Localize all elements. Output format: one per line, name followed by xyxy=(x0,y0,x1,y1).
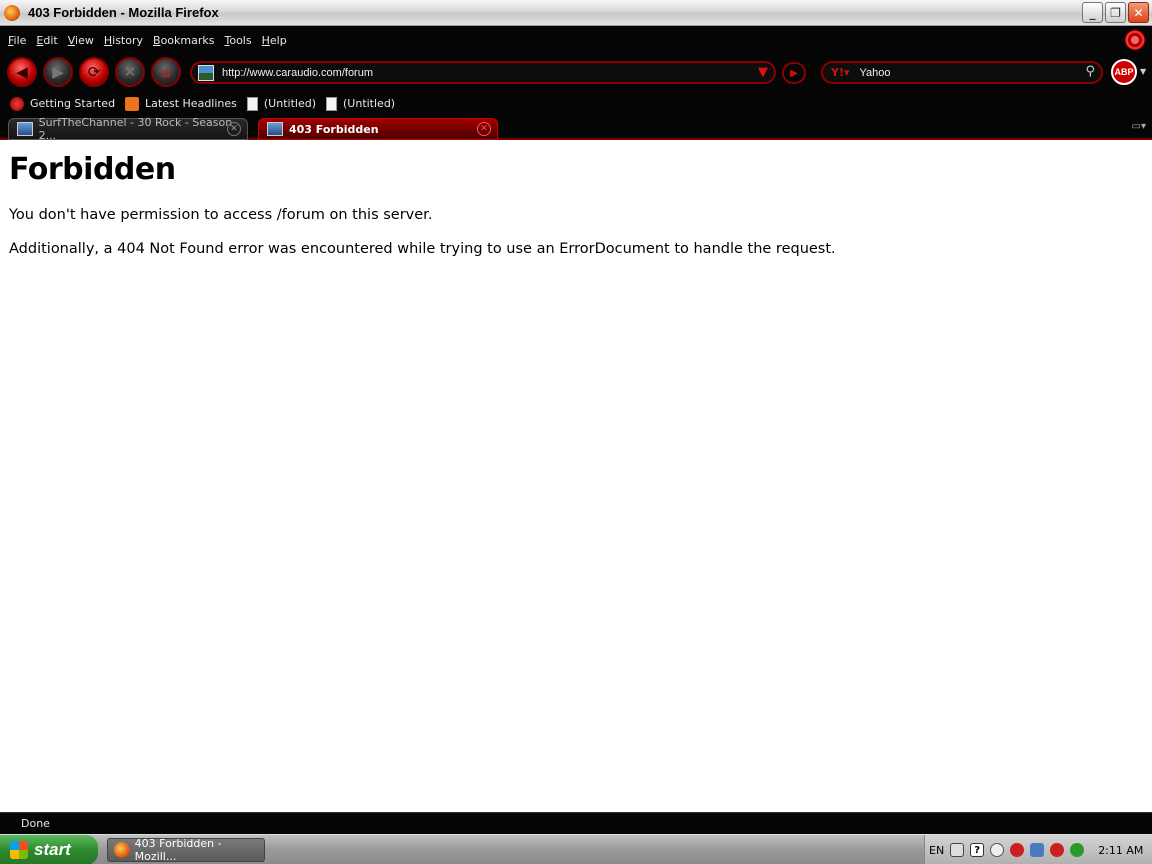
window-controls: _ ❐ ✕ xyxy=(1082,2,1149,23)
search-icon[interactable]: ⚲ xyxy=(1085,64,1095,79)
url-bar[interactable]: http://www.caraudio.com/forum ▼ xyxy=(190,61,776,84)
network-icon[interactable] xyxy=(1030,843,1045,857)
restore-button[interactable]: ❐ xyxy=(1105,2,1126,23)
tab-favicon-icon xyxy=(17,122,33,136)
tab-close-icon[interactable]: ✕ xyxy=(227,122,241,136)
bookmarks-toolbar: Getting Started Latest Headlines (Untitl… xyxy=(0,91,1152,116)
language-indicator[interactable]: EN xyxy=(929,844,944,857)
throbber-icon xyxy=(1124,29,1146,51)
search-engine-yahoo-icon[interactable]: Y!▾ xyxy=(831,66,850,79)
antivirus-icon[interactable] xyxy=(1050,843,1065,857)
bookmark-label: (Untitled) xyxy=(263,97,316,110)
help-icon[interactable]: ? xyxy=(970,843,985,857)
clock[interactable]: 2:11 AM xyxy=(1098,844,1143,857)
task-label: 403 Forbidden - Mozill... xyxy=(134,837,222,863)
bookmark-label: Getting Started xyxy=(30,97,116,110)
forward-arrow-icon: ▶ xyxy=(52,63,64,81)
menu-history[interactable]: History xyxy=(104,34,143,47)
menu-tools[interactable]: Tools xyxy=(224,34,251,47)
rss-icon xyxy=(125,96,140,111)
menu-bar: File Edit View History Bookmarks Tools H… xyxy=(0,27,1152,53)
tab-favicon-icon xyxy=(267,122,283,136)
go-arrow-icon: ▶ xyxy=(790,67,798,79)
firefox-bookmark-icon xyxy=(10,96,24,111)
update-icon[interactable] xyxy=(1070,843,1085,857)
menu-file[interactable]: File xyxy=(8,34,26,47)
firefox-icon xyxy=(4,4,20,21)
navigation-toolbar: ◀ ▶ ⟳ ✕ ⌂ http://www.caraudio.com/forum … xyxy=(0,53,1152,91)
menu-bookmarks[interactable]: Bookmarks xyxy=(153,34,214,47)
system-tray: EN ? 2:11 AM xyxy=(924,835,1152,864)
home-button[interactable]: ⌂ xyxy=(151,57,181,87)
page-heading: Forbidden xyxy=(9,152,176,187)
url-dropdown-icon[interactable]: ▼ xyxy=(758,65,768,80)
site-favicon-icon xyxy=(198,64,214,81)
adblock-dropdown-icon[interactable]: ▼ xyxy=(1140,67,1146,76)
bookmark-label: (Untitled) xyxy=(343,97,396,110)
menu-view[interactable]: View xyxy=(68,34,94,47)
tab-list-icon[interactable]: ▭▾ xyxy=(1132,121,1146,132)
back-button[interactable]: ◀ xyxy=(7,57,37,87)
search-bar[interactable]: Y!▾ Yahoo ⚲ xyxy=(821,61,1103,84)
bookmark-getting-started[interactable]: Getting Started xyxy=(10,96,116,111)
stop-button[interactable]: ✕ xyxy=(115,57,145,87)
window-title: 403 Forbidden - Mozilla Firefox xyxy=(28,5,219,20)
reload-button[interactable]: ⟳ xyxy=(79,57,109,87)
close-window-button[interactable]: ✕ xyxy=(1128,2,1149,23)
tab-label: SurfTheChannel - 30 Rock - Season 2... xyxy=(38,116,233,142)
error-detail: Additionally, a 404 Not Found error was … xyxy=(9,241,836,257)
forward-button[interactable]: ▶ xyxy=(43,57,73,87)
tray-app-icon[interactable] xyxy=(1010,843,1025,857)
tab-surfthechannel[interactable]: SurfTheChannel - 30 Rock - Season 2... ✕ xyxy=(8,116,248,142)
start-label: start xyxy=(34,840,71,859)
search-input[interactable]: Yahoo xyxy=(860,67,891,79)
reload-icon: ⟳ xyxy=(87,63,101,81)
bookmark-untitled-1[interactable]: (Untitled) xyxy=(246,96,316,111)
bookmark-latest-headlines[interactable]: Latest Headlines xyxy=(125,96,237,111)
stop-x-icon: ✕ xyxy=(123,63,137,81)
status-text: Done xyxy=(21,817,50,830)
status-bar: Done xyxy=(0,812,1152,834)
window-titlebar: 403 Forbidden - Mozilla Firefox _ ❐ ✕ xyxy=(0,0,1152,26)
menu-help[interactable]: Help xyxy=(262,34,287,47)
back-arrow-icon: ◀ xyxy=(16,63,28,81)
page-icon xyxy=(246,96,258,111)
menu-edit[interactable]: Edit xyxy=(36,34,57,47)
home-icon: ⌂ xyxy=(161,63,171,81)
tab-label: 403 Forbidden xyxy=(289,122,379,136)
tab-close-icon[interactable]: ✕ xyxy=(477,122,491,136)
start-button[interactable]: start xyxy=(0,835,98,864)
adblock-plus-button[interactable]: ABP xyxy=(1111,59,1137,85)
go-button[interactable]: ▶ xyxy=(782,62,806,84)
url-input[interactable]: http://www.caraudio.com/forum xyxy=(222,67,373,79)
taskbar-firefox-window[interactable]: 403 Forbidden - Mozill... xyxy=(107,837,265,863)
page-icon xyxy=(326,96,337,111)
keyboard-icon[interactable] xyxy=(950,843,965,857)
taskbar: start 403 Forbidden - Mozill... EN ? 2:1… xyxy=(0,834,1152,864)
bookmark-untitled-2[interactable]: (Untitled) xyxy=(326,96,396,111)
firefox-icon xyxy=(114,842,130,858)
bookmark-label: Latest Headlines xyxy=(145,97,237,110)
tab-403-forbidden[interactable]: 403 Forbidden ✕ xyxy=(258,118,498,140)
show-hidden-icons-icon[interactable] xyxy=(990,843,1005,857)
windows-logo-icon xyxy=(10,841,28,859)
minimize-button[interactable]: _ xyxy=(1082,2,1103,23)
page-content: Forbidden You don't have permission to a… xyxy=(0,140,1152,812)
error-message: You don't have permission to access /for… xyxy=(9,207,433,223)
tab-bar: SurfTheChannel - 30 Rock - Season 2... ✕… xyxy=(0,116,1152,142)
